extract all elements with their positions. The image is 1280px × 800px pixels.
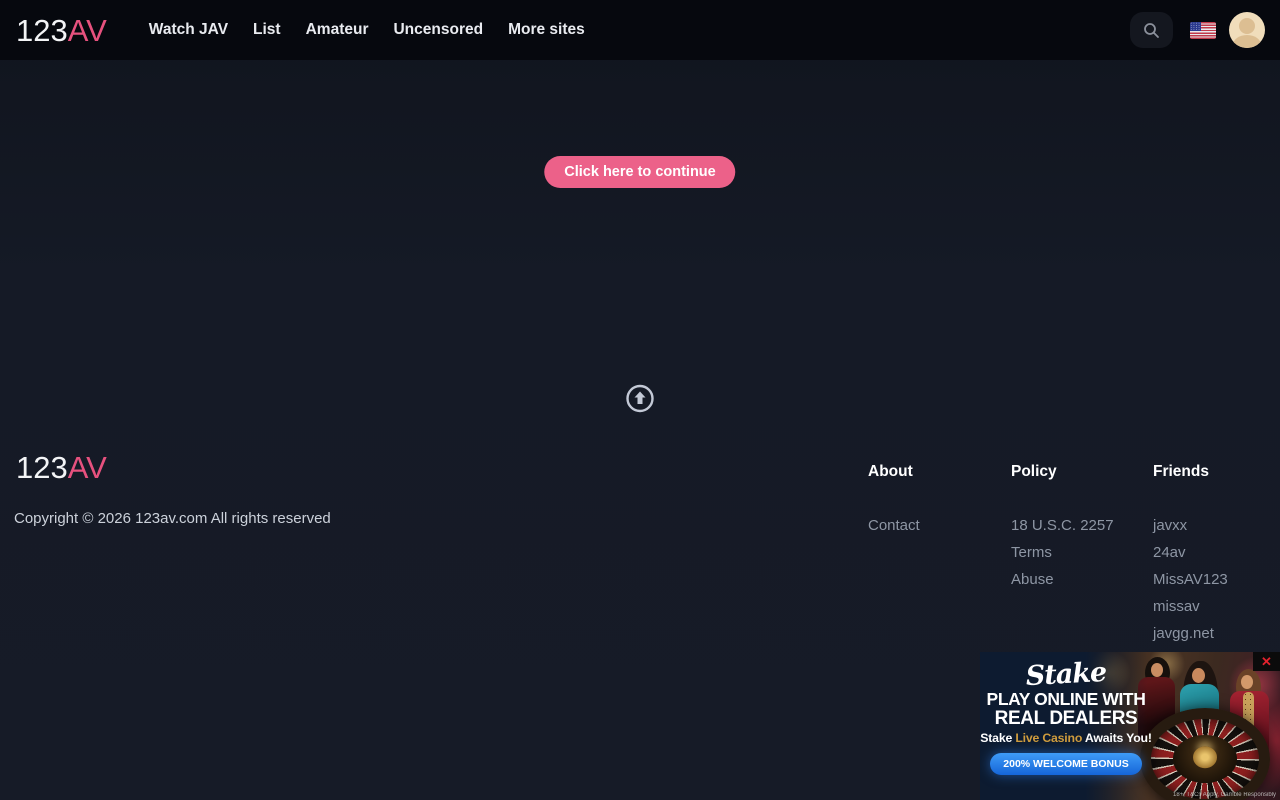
navbar-right-cluster [1130, 12, 1265, 48]
ad-fine-print: 18+, T&Cs Apply, Gamble Responsibly [1173, 792, 1276, 798]
nav-item-amateur[interactable]: Amateur [306, 21, 369, 39]
user-avatar[interactable] [1229, 12, 1265, 48]
ad-tagline: Stake Live Casino Awaits You! [980, 731, 1152, 745]
ad-close-button[interactable]: ✕ [1253, 652, 1280, 671]
nav-item-watch-jav[interactable]: Watch JAV [149, 21, 228, 39]
nav-item-more-sites[interactable]: More sites [508, 21, 585, 39]
footer-link-terms[interactable]: Terms [1011, 539, 1114, 566]
ad-tagline-prefix: Stake [980, 731, 1015, 745]
main-nav: Watch JAV List Amateur Uncensored More s… [149, 21, 585, 39]
roulette-wheel [1140, 708, 1270, 800]
footer-logo-123: 123 [16, 450, 68, 485]
footer-link-24av[interactable]: 24av [1153, 539, 1228, 566]
search-button[interactable] [1130, 12, 1173, 48]
dealer-center-face [1192, 668, 1205, 683]
logo-text-123: 123 [16, 13, 68, 48]
footer-link-javxx[interactable]: javxx [1153, 512, 1228, 539]
ad-text-block: Stake PLAY ONLINE WITH REAL DEALERS Stak… [980, 652, 1152, 800]
copyright-text: Copyright © 2026 123av.com All rights re… [14, 510, 331, 527]
page: 123AV Watch JAV List Amateur Uncensored … [0, 0, 1280, 800]
footer-column-title: Policy [1011, 463, 1114, 481]
footer-column-about: About Contact [868, 463, 920, 539]
footer-column-title: Friends [1153, 463, 1228, 481]
nav-item-list[interactable]: List [253, 21, 281, 39]
search-icon [1143, 22, 1160, 39]
ad-cta-button[interactable]: 200% WELCOME BONUS [990, 753, 1141, 775]
dealer-right-scarf [1243, 692, 1254, 734]
dealer-right-hair [1236, 669, 1261, 705]
footer-link-missav[interactable]: missav [1153, 593, 1228, 620]
arrow-up-circle-icon [626, 384, 655, 413]
dealer-right-face [1241, 675, 1253, 689]
footer-link-2257[interactable]: 18 U.S.C. 2257 [1011, 512, 1114, 539]
footer-logo[interactable]: 123AV [16, 452, 107, 483]
dealer-right-body [1230, 691, 1269, 757]
ad-tagline-highlight: Live Casino [1015, 731, 1082, 745]
footer-logo-av: AV [68, 450, 107, 485]
footer-link-missav123[interactable]: MissAV123 [1153, 566, 1228, 593]
footer-link-abuse[interactable]: Abuse [1011, 566, 1114, 593]
footer-link-contact[interactable]: Contact [868, 512, 920, 539]
dealer-center-body [1180, 684, 1219, 756]
ad-banner-stake[interactable]: Stake PLAY ONLINE WITH REAL DEALERS Stak… [980, 652, 1280, 800]
footer-column-title: About [868, 463, 920, 481]
logo-text-av: AV [68, 13, 107, 48]
continue-button[interactable]: Click here to continue [544, 156, 735, 188]
nav-item-uncensored[interactable]: Uncensored [393, 21, 483, 39]
language-flag-us-icon[interactable] [1190, 22, 1216, 39]
scroll-top-button[interactable] [626, 384, 655, 413]
footer-column-policy: Policy 18 U.S.C. 2257 Terms Abuse [1011, 463, 1114, 593]
site-logo[interactable]: 123AV [16, 15, 107, 46]
footer-column-friends: Friends javxx 24av MissAV123 missav javg… [1153, 463, 1228, 674]
footer-link-javgg[interactable]: javgg.net [1153, 620, 1228, 647]
ad-tagline-suffix: Awaits You! [1082, 731, 1152, 745]
ad-headline-line2: REAL DEALERS [980, 709, 1152, 728]
navbar: 123AV Watch JAV List Amateur Uncensored … [0, 0, 1280, 60]
dealer-center-hair [1183, 661, 1218, 735]
dealer-left-face [1151, 663, 1163, 677]
